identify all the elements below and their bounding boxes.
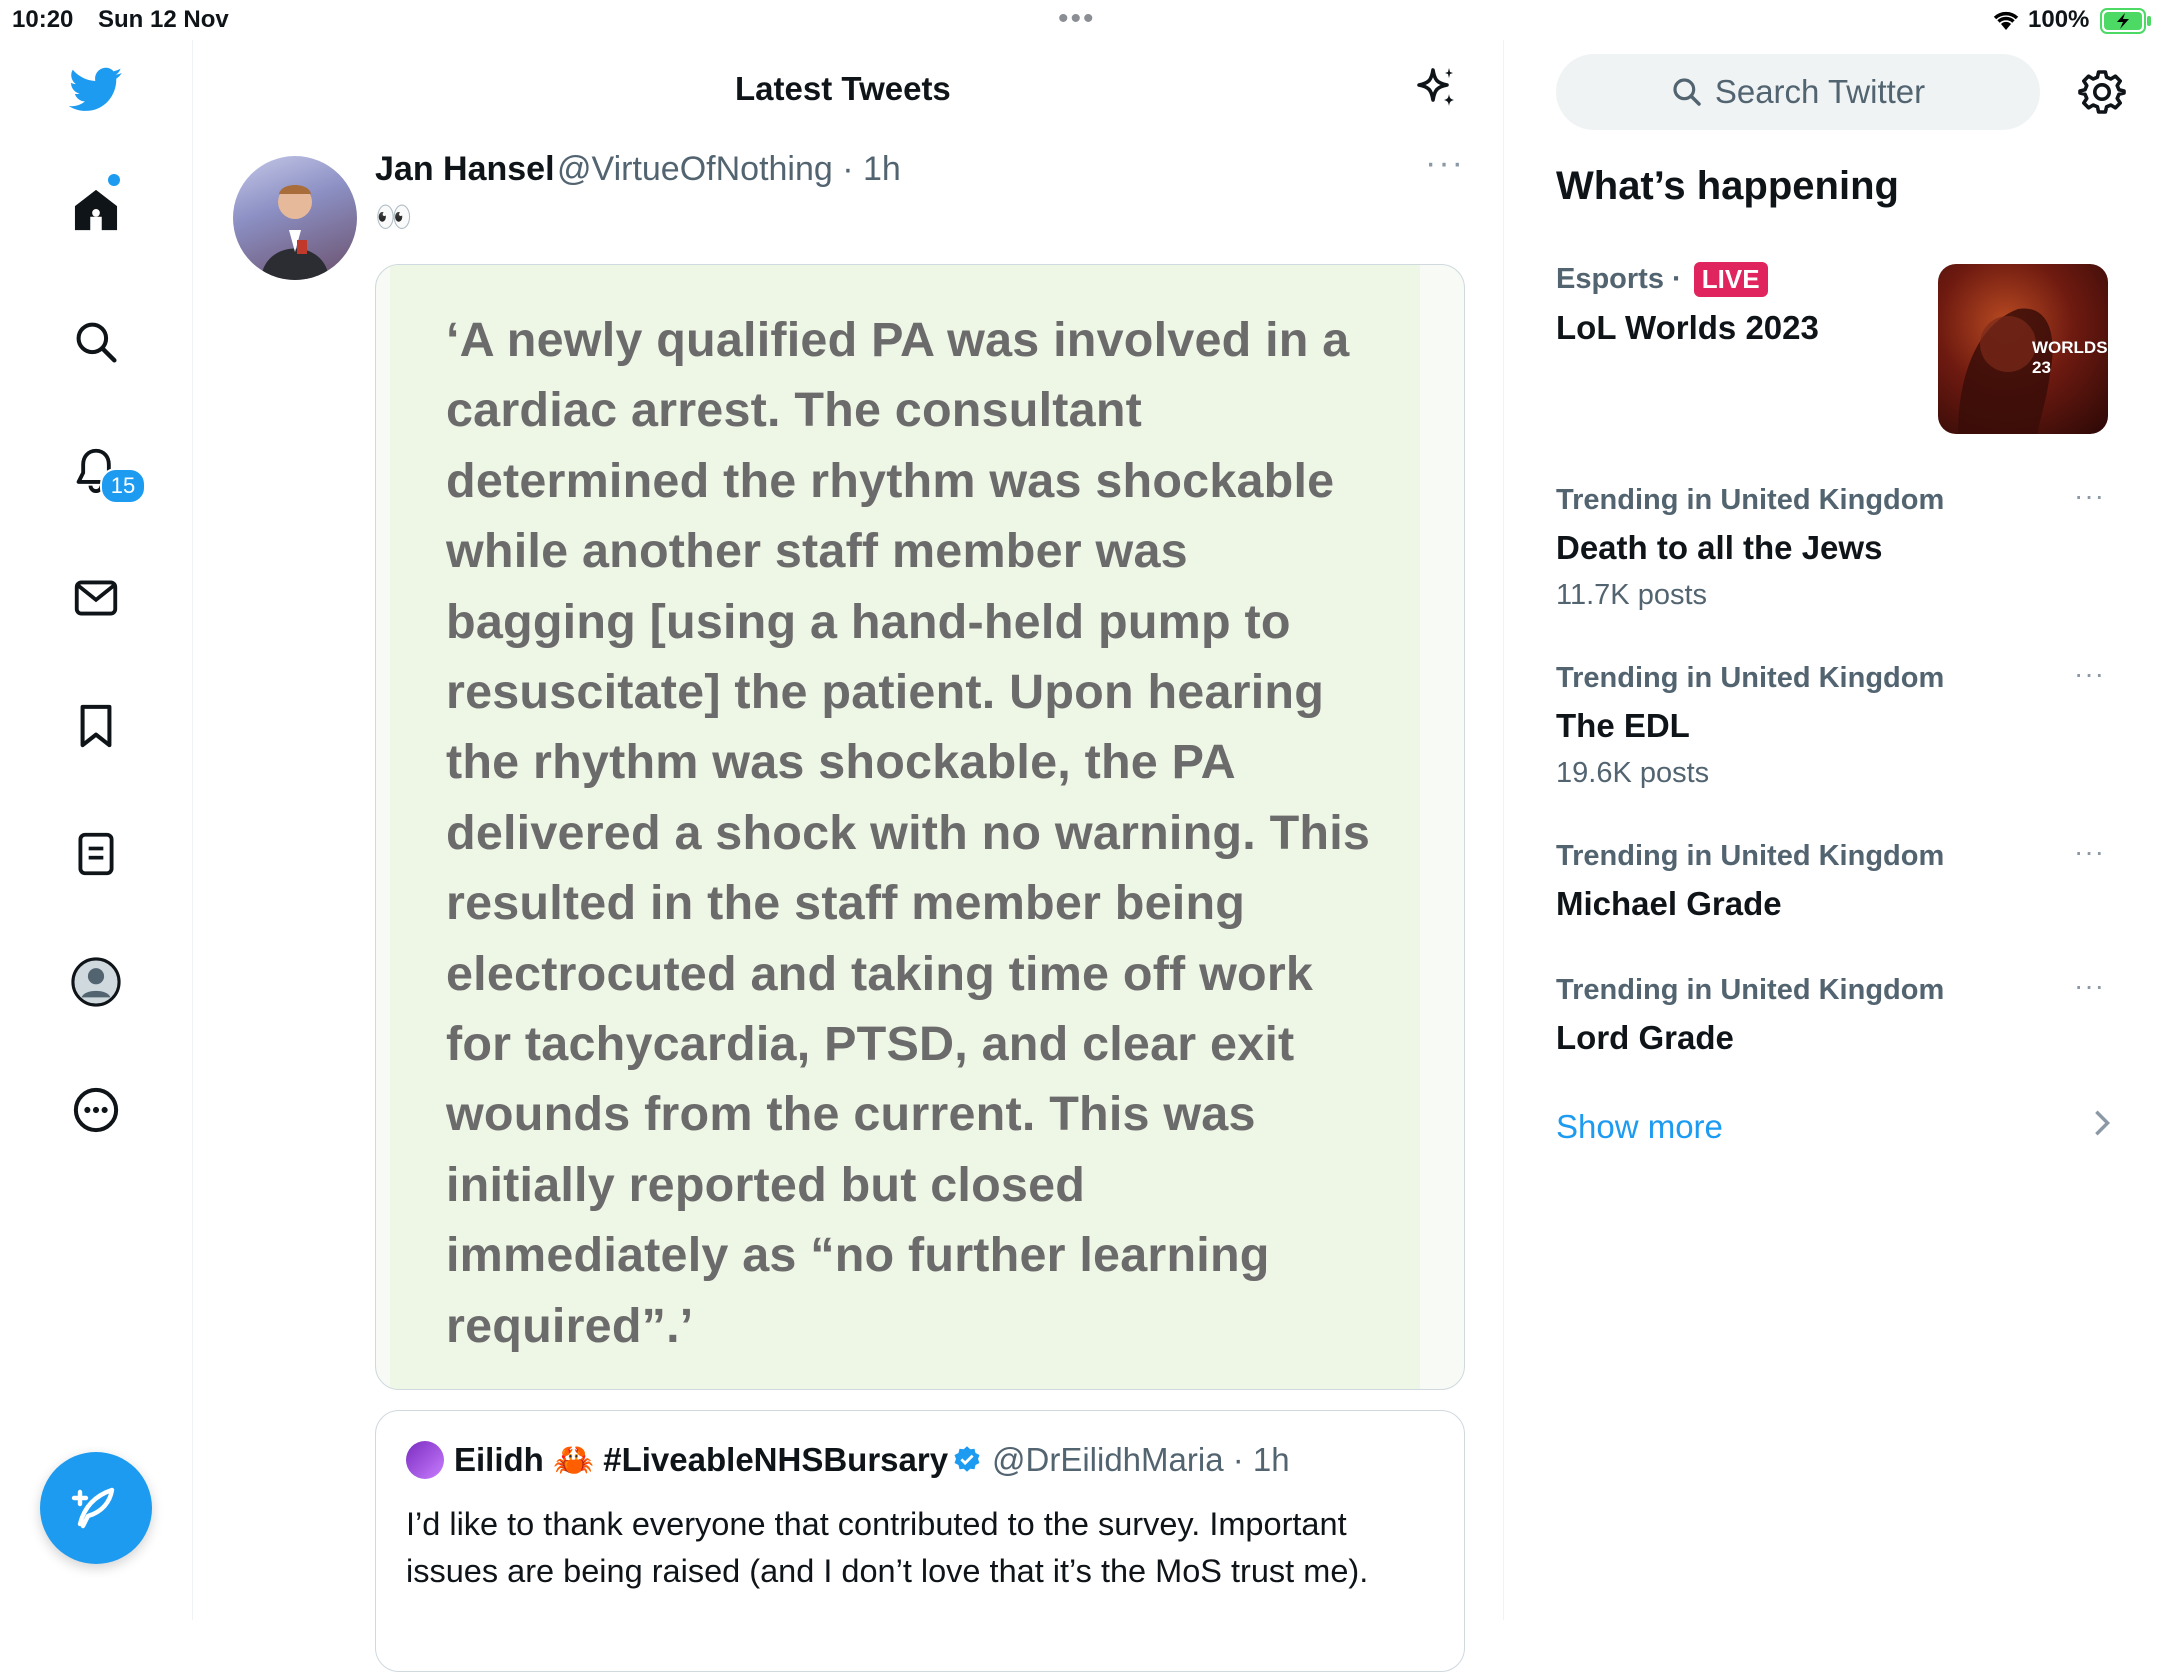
envelope-icon[interactable]	[66, 568, 126, 628]
tweet-text: 👀	[375, 201, 413, 234]
search-placeholder: Search Twitter	[1714, 73, 1926, 110]
author-avatar[interactable]	[233, 156, 357, 280]
list-icon[interactable]	[66, 824, 126, 884]
search-input[interactable]: Search Twitter	[1556, 54, 2040, 130]
trend-title: The EDL	[1556, 707, 1690, 744]
wifi-icon	[1990, 8, 2022, 37]
trend-title: Death to all the Jews	[1556, 529, 1883, 566]
search-icon	[1673, 78, 1701, 106]
page-title: Latest Tweets	[735, 70, 951, 107]
author-handle-time[interactable]: @VirtueOfNothing · 1h	[557, 150, 901, 189]
trend-title: Lord Grade	[1556, 1019, 1734, 1056]
twitter-logo-icon[interactable]	[66, 60, 126, 120]
trend-context: Trending in United Kingdom	[1556, 840, 1945, 872]
status-date: Sun 12 Nov	[98, 6, 229, 33]
media-quote-text: ‘A newly qualified PA was involved in a …	[446, 313, 1371, 1353]
quoted-author-avatar[interactable]	[406, 1441, 444, 1479]
trend-item[interactable]: Trending in United Kingdom Michael Grade	[1556, 840, 2116, 923]
trend-item[interactable]: Trending in United Kingdom Lord Grade	[1556, 974, 2116, 1057]
verified-badge-icon	[952, 1445, 982, 1480]
battery-percentage: 100%	[2028, 6, 2090, 33]
trend-more-icon[interactable]: ···	[2074, 970, 2105, 1002]
trend-more-icon[interactable]: ···	[2074, 480, 2105, 512]
left-sidebar: 15	[0, 40, 193, 1620]
multitasking-dots[interactable]: •••	[1058, 2, 1096, 36]
search-icon[interactable]	[66, 312, 126, 372]
home-icon[interactable]	[66, 180, 126, 240]
bookmark-icon[interactable]	[66, 696, 126, 756]
battery-charging-icon	[2100, 8, 2152, 39]
quoted-tweet-text: I’d like to thank everyone that contribu…	[406, 1506, 1369, 1589]
quoted-tweet-card[interactable]: Eilidh 🦀 #LiveableNHSBursary @DrEilidhMa…	[375, 1410, 1465, 1672]
more-circle-icon[interactable]	[66, 1080, 126, 1140]
trend-context: Trending in United Kingdom	[1556, 484, 1945, 516]
section-title: What’s happening	[1556, 164, 1899, 208]
trend-title: Michael Grade	[1556, 885, 1782, 922]
thumbnail-caption: WORLDS 23	[2032, 338, 2108, 377]
show-more-link[interactable]: Show more	[1556, 1108, 1723, 1146]
timeline-column: Latest Tweets Jan Hansel @VirtueOfNothin…	[193, 40, 1504, 1672]
tweet-media-image[interactable]: ‘A newly qualified PA was involved in a …	[375, 264, 1465, 1390]
trend-more-icon[interactable]: ···	[2074, 658, 2105, 690]
right-sidebar: Search Twitter What’s happening Esports …	[1504, 40, 2160, 1620]
tweet-more-icon[interactable]: ···	[1425, 144, 1465, 183]
notifications-badge: 15	[100, 468, 146, 504]
sparkle-icon[interactable]	[1411, 64, 1459, 112]
trend-count: 19.6K posts	[1556, 757, 1710, 789]
compose-feather-icon	[71, 1487, 115, 1529]
trend-more-icon[interactable]: ···	[2074, 836, 2105, 868]
live-badge: LIVE	[1693, 262, 1768, 297]
home-unread-dot	[108, 174, 120, 186]
compose-tweet-button[interactable]	[40, 1452, 152, 1564]
esports-thumbnail[interactable]: WORLDS 23	[1938, 264, 2108, 434]
status-bar: 10:20 Sun 12 Nov ••• 100%	[0, 0, 2160, 40]
trend-context: Trending in United Kingdom	[1556, 974, 1945, 1006]
trend-context: Trending in United Kingdom	[1556, 662, 1945, 694]
quoted-author-handle-time[interactable]: @DrEilidhMaria · 1h	[992, 1441, 1290, 1479]
gear-icon[interactable]	[2078, 68, 2126, 116]
trend-count: 11.7K posts	[1556, 579, 1708, 611]
quoted-author-name[interactable]: Eilidh 🦀 #LiveableNHSBursary	[454, 1441, 948, 1480]
profile-icon[interactable]	[66, 952, 126, 1012]
trend-item[interactable]: Trending in United Kingdom The EDL 19.6K…	[1556, 662, 2116, 790]
author-name[interactable]: Jan Hansel	[375, 150, 555, 189]
status-time: 10:20	[12, 6, 74, 33]
trend-item[interactable]: Trending in United Kingdom Death to all …	[1556, 484, 2116, 612]
chevron-right-icon[interactable]	[2092, 1108, 2112, 1146]
